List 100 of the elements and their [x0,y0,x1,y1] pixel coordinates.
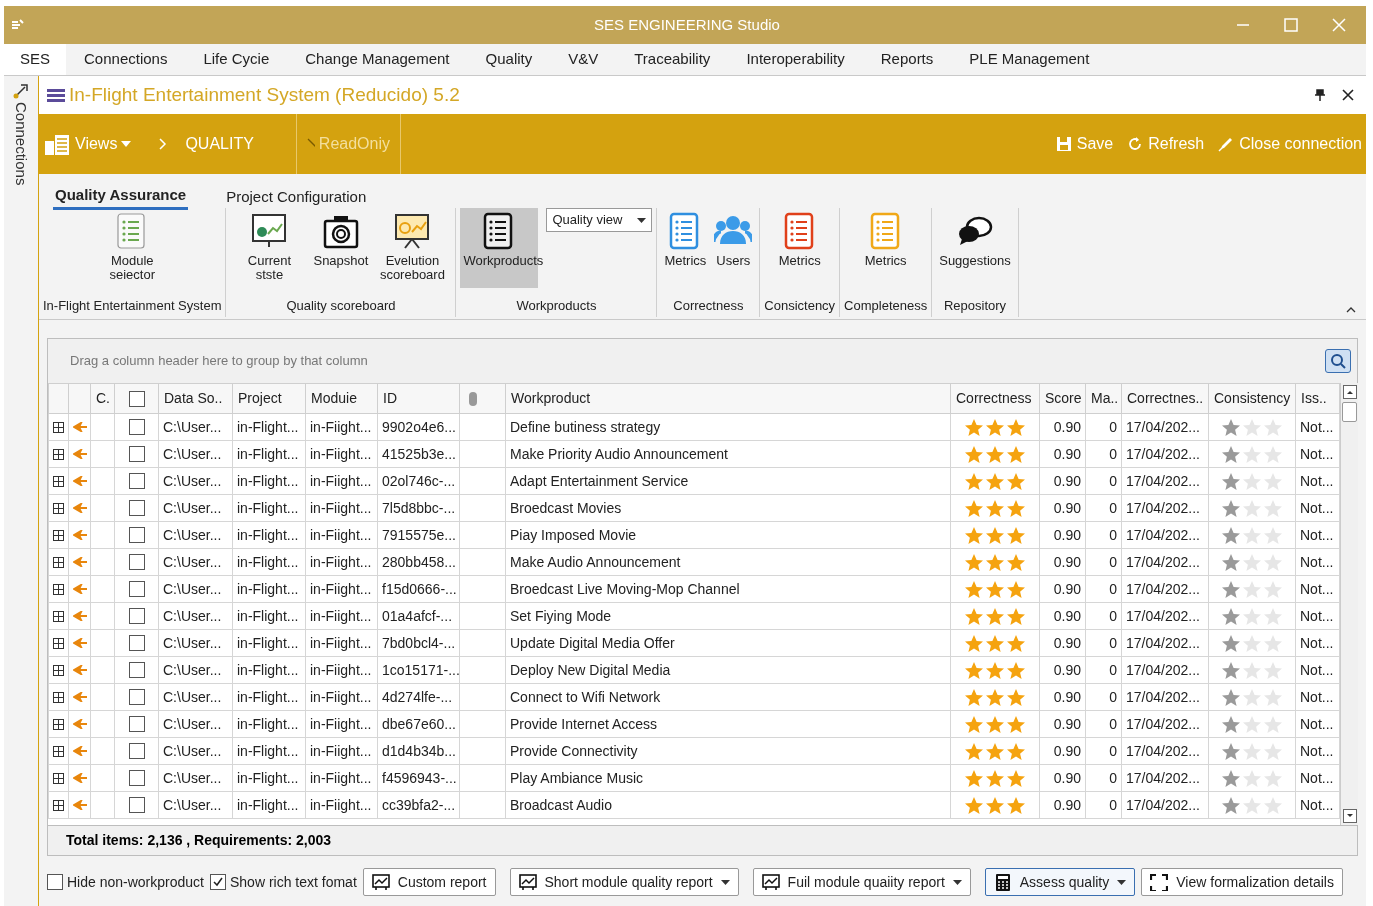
column-header[interactable]: Data So.. [158,383,233,414]
row-checkbox[interactable] [128,419,145,435]
connection-icon [12,82,30,100]
ribbon-button[interactable]: Current stste [230,208,309,288]
ribbon-group-label: Completeness [844,296,928,315]
column-header[interactable]: Moduie [305,383,378,414]
table-cell: in-Fiight... [305,710,378,738]
table-cell: 17/04/202... [1121,413,1209,441]
empty-star-icon [1242,498,1262,518]
column-header[interactable]: Iss.. [1295,383,1340,414]
close-icon[interactable] [1342,89,1354,101]
row-checkbox[interactable] [128,770,145,786]
row-checkbox[interactable] [128,608,145,624]
column-header[interactable]: ID [377,383,460,414]
ribbon-button[interactable]: Metrics [861,208,910,288]
expand-icon [53,718,64,730]
easel-chart-icon [393,212,432,250]
row-checkbox[interactable] [128,473,145,489]
ribbon-button[interactable]: Evelution scoreboard [373,208,452,288]
table-cell: 280bb458... [377,548,460,576]
column-header[interactable]: Project [232,383,306,414]
menu-item[interactable]: Quality [467,44,551,75]
view-dropdown[interactable]: Quality view [546,208,653,232]
ribbon-button[interactable]: Users [711,208,756,288]
row-checkbox[interactable] [128,581,145,597]
row-checkbox[interactable] [128,716,145,732]
row-checkbox[interactable] [128,635,145,651]
menu-item[interactable]: Reports [862,44,952,75]
menu-item[interactable]: Change Management [287,44,468,75]
expand-icon [53,610,64,622]
star-icon [985,471,1005,491]
group-by-hint: Drag a column header here to group by that column [70,352,368,371]
ribbon-button[interactable]: Module seiector [93,208,172,288]
row-checkbox[interactable] [128,500,145,516]
ribbon-button[interactable]: Metrics [775,208,824,288]
column-header[interactable]: Ma.. [1085,383,1122,414]
menu-item[interactable]: V&V [550,44,617,75]
option-checkbox[interactable]: Hide non-workproduct [47,871,204,893]
column-header[interactable]: Correctnes.. [1121,383,1209,414]
pin-icon[interactable] [1314,89,1326,101]
table-cell: Play Ambiance Music [505,764,951,792]
window-title: SES ENGINEERING Studio [594,14,780,35]
menu-item[interactable]: PLE Management [951,44,1108,75]
refresh-icon [1127,136,1144,152]
table-cell: 17/04/202... [1121,710,1209,738]
menu-item[interactable]: Traceability [616,44,729,75]
row-checkbox[interactable] [128,446,145,462]
table-cell: in-Flight... [232,413,306,441]
menu-item[interactable]: Connections [66,44,186,75]
row-checkbox[interactable] [128,743,145,759]
column-header[interactable]: Workproduct [505,383,951,414]
menu-item[interactable]: SES [4,44,66,75]
empty-star-icon [1263,714,1283,734]
side-panel-tab[interactable]: Connections [4,76,38,906]
row-checkbox[interactable] [128,554,145,570]
search-button[interactable] [1325,349,1351,373]
scroll-up-icon[interactable] [1343,385,1357,399]
table-cell: 0 [1085,494,1122,522]
scroll-down-icon[interactable] [1343,809,1357,823]
star-icon [985,444,1005,464]
table-cell: Not... [1295,521,1340,549]
ribbon-tab[interactable]: Quality Assurance [53,184,189,210]
ribbon-group-label: Correctness [672,296,745,315]
ribbon-tab[interactable]: Project Configuration [224,184,369,210]
select-all-checkbox[interactable] [128,390,145,407]
report-button[interactable]: Fuil module quaiity report [752,868,971,896]
report-button[interactable]: Short module quality report [509,868,739,896]
table-cell: C:\User... [158,602,233,630]
ribbon-button[interactable]: Snapshot [310,208,372,288]
table-cell: Not... [1295,440,1340,468]
column-header[interactable]: C. [90,383,115,414]
side-panel-label: Connections [12,102,32,186]
table-cell: in-Fiight... [305,656,378,684]
empty-star-icon [1242,525,1262,545]
report-button[interactable]: Custom report [362,868,496,896]
table-cell: Not... [1295,548,1340,576]
table-cell: 02ol746c-... [377,467,460,495]
collapse-icon[interactable] [1346,307,1356,313]
row-checkbox[interactable] [128,527,145,543]
report-button[interactable]: View formalization details [1141,868,1343,896]
scrollbar[interactable] [1340,383,1358,825]
column-header[interactable]: Consistency [1208,383,1296,414]
column-header[interactable]: Correctness [950,383,1040,414]
menu-item[interactable]: Interoperability [728,44,863,75]
scroll-thumb[interactable] [1342,402,1357,422]
table-cell: in-Flight... [232,764,306,792]
row-checkbox[interactable] [128,662,145,678]
star-icon [1221,660,1241,680]
check-icon [211,876,224,888]
row-checkbox[interactable] [128,689,145,705]
ribbon-button[interactable]: Metrics [661,208,710,288]
option-checkbox[interactable]: Show rich text fomat [209,871,357,893]
column-header[interactable]: Score [1039,383,1086,414]
row-checkbox[interactable] [128,797,145,813]
star-icon [1221,633,1241,653]
ribbon-button[interactable]: Suggestions [936,208,1014,288]
empty-star-icon [1242,687,1262,707]
arrow-icon [73,638,88,648]
menu-item[interactable]: Life Cycie [185,44,288,75]
report-button[interactable]: Assess quality [984,868,1136,896]
